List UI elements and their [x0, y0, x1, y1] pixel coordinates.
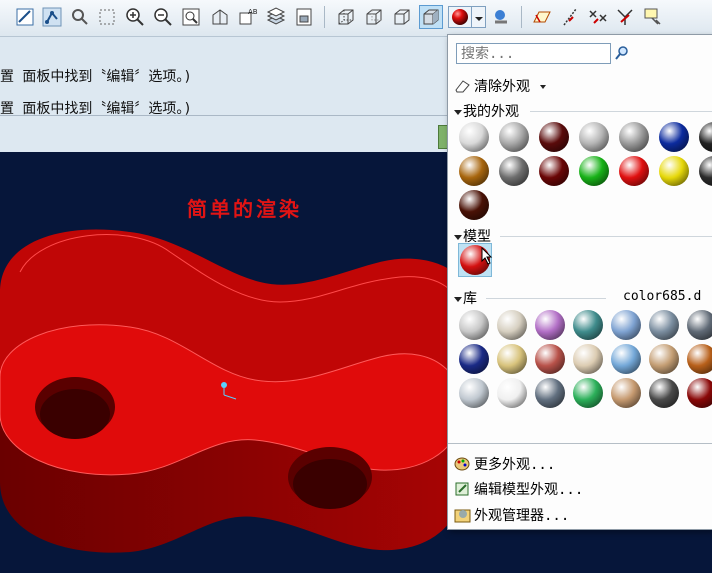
edit-model-appearance-label: 编辑模型外观... [474, 482, 584, 498]
wireframe-icon[interactable] [336, 7, 356, 27]
library-appearance-swatch[interactable] [611, 344, 641, 374]
library-appearance-swatch[interactable] [497, 378, 527, 408]
view-manager-icon[interactable] [294, 7, 314, 27]
library-appearance-swatch[interactable] [649, 310, 679, 340]
library-appearance-swatch[interactable] [459, 378, 489, 408]
annotation-icon[interactable] [643, 7, 663, 27]
palette-icon [454, 456, 471, 472]
appearance-swatch[interactable] [619, 122, 649, 152]
divider [486, 298, 606, 299]
spin-center-icon[interactable] [70, 7, 90, 27]
appearance-swatch[interactable] [459, 156, 489, 186]
appearance-swatch[interactable] [459, 122, 489, 152]
datum-display-icon[interactable] [42, 7, 62, 27]
library-appearance-swatch[interactable] [497, 310, 527, 340]
appearance-swatch[interactable] [579, 122, 609, 152]
appearance-swatch[interactable] [659, 156, 689, 186]
library-appearance-swatch[interactable] [611, 378, 641, 408]
zoom-in-icon[interactable] [125, 7, 145, 27]
library-appearance-swatch[interactable] [573, 310, 603, 340]
my-appearances-header[interactable]: 我的外观 [454, 101, 519, 121]
datum-planes-icon[interactable] [532, 7, 552, 27]
appearance-swatch[interactable] [579, 156, 609, 186]
edit-appearance-icon [454, 481, 471, 497]
more-appearances-label: 更多外观... [474, 457, 556, 473]
divider [530, 111, 712, 112]
clear-appearance-label: 清除外观 [474, 79, 530, 95]
appearance-swatch[interactable] [619, 156, 649, 186]
eraser-icon [454, 78, 471, 94]
appearance-swatch[interactable] [499, 156, 529, 186]
search-input[interactable] [456, 43, 611, 64]
shading-icon[interactable] [419, 5, 443, 29]
library-appearance-swatch[interactable] [649, 344, 679, 374]
edit-model-appearance-button[interactable]: 编辑模型外观... [454, 479, 583, 499]
section-label: 库 [463, 291, 477, 307]
appearance-swatch[interactable] [499, 122, 529, 152]
csys-icon[interactable] [615, 7, 635, 27]
section-label: 我的外观 [463, 104, 519, 120]
divider [500, 236, 712, 237]
chevron-down-icon [540, 85, 547, 89]
collapse-triangle-icon [454, 296, 462, 302]
library-appearance-swatch[interactable] [687, 378, 712, 408]
library-header[interactable]: 库 [454, 288, 477, 308]
library-appearance-swatch[interactable] [649, 378, 679, 408]
appearance-swatch[interactable] [699, 122, 712, 152]
library-filename: color685.d [623, 289, 702, 304]
appearance-manager-button[interactable]: 外观管理器... [454, 505, 569, 525]
mouse-cursor [481, 246, 493, 269]
library-appearance-swatch[interactable] [573, 344, 603, 374]
message-line: 置 面板中找到〝编辑〞选项。) [0, 69, 192, 85]
library-appearance-swatch[interactable] [459, 344, 489, 374]
collapse-triangle-icon [454, 234, 462, 240]
viewport-title: 简单的渲染 [187, 197, 302, 221]
library-appearance-swatch[interactable] [535, 310, 565, 340]
layers-icon[interactable] [266, 7, 286, 27]
datum-points-icon[interactable] [588, 7, 608, 27]
clear-appearance-button[interactable]: 清除外观 [454, 76, 547, 96]
svg-text:AB: AB [248, 8, 258, 16]
appearance-swatch[interactable] [659, 122, 689, 152]
appearance-swatch[interactable] [699, 156, 712, 186]
appearance-swatch[interactable] [459, 190, 489, 220]
divider [448, 443, 712, 444]
appearance-manager-label: 外观管理器... [474, 508, 570, 524]
appearance-swatch[interactable] [539, 122, 569, 152]
appearance-swatch[interactable] [539, 156, 569, 186]
library-appearance-swatch[interactable] [687, 310, 712, 340]
library-appearance-swatch[interactable] [573, 378, 603, 408]
collapse-triangle-icon [454, 109, 462, 115]
library-appearance-swatch[interactable] [497, 344, 527, 374]
library-appearance-swatch[interactable] [535, 378, 565, 408]
dropdown-arrow-icon[interactable] [472, 6, 486, 28]
appearance-manager-icon [454, 507, 471, 523]
more-appearances-button[interactable]: 更多外观... [454, 454, 555, 474]
search-icon[interactable] [614, 45, 630, 61]
library-appearance-swatch[interactable] [535, 344, 565, 374]
reorient-icon[interactable] [210, 7, 230, 27]
toolbar-separator [324, 6, 325, 28]
hidden-line-icon[interactable] [364, 7, 384, 27]
library-appearance-swatch[interactable] [459, 310, 489, 340]
zoom-out-icon[interactable] [153, 7, 173, 27]
no-hidden-icon[interactable] [392, 7, 412, 27]
selection-box-icon[interactable] [97, 7, 117, 27]
datum-axes-icon[interactable] [560, 7, 580, 27]
appearance-gallery-icon[interactable] [448, 6, 472, 28]
refit-icon[interactable] [15, 7, 35, 27]
scene-icon[interactable] [491, 7, 511, 27]
main-toolbar: AB [0, 0, 712, 37]
zoom-window-icon[interactable] [181, 7, 201, 27]
library-appearance-swatch[interactable] [611, 310, 641, 340]
toolbar-separator [521, 6, 522, 28]
library-appearance-swatch[interactable] [687, 344, 712, 374]
appearance-gallery-popup: 清除外观 我的外观 模型 库 color685.d 更多外观... 编辑模型外观… [447, 34, 712, 530]
saved-views-icon[interactable]: AB [238, 7, 258, 27]
